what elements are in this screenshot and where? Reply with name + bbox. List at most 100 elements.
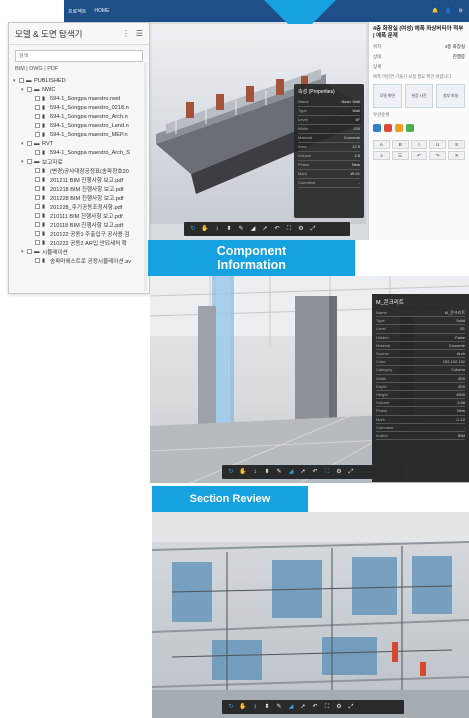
- markup-icon[interactable]: ✎: [275, 468, 283, 476]
- tree-folder[interactable]: ▾ ▬ 시뮬레이션: [13, 247, 149, 256]
- tree-folder[interactable]: ▾ ▬ 보고자료: [13, 157, 149, 166]
- tree-file[interactable]: ▮ (변경)공사대장공정표(송파창호20: [13, 166, 149, 175]
- markup-icon[interactable]: ✎: [275, 703, 283, 711]
- tree-file[interactable]: ▮ 210122 공동1 주출입구 공사용 검: [13, 229, 149, 238]
- scrollbar[interactable]: [144, 63, 147, 291]
- pan-icon[interactable]: ✋: [239, 703, 247, 711]
- swatch-orange[interactable]: [395, 124, 403, 133]
- visibility-checkbox[interactable]: [35, 222, 40, 227]
- expand-icon[interactable]: ⤢: [309, 225, 317, 233]
- search-field[interactable]: [15, 50, 143, 62]
- orbit-icon[interactable]: ↻: [189, 225, 197, 233]
- visibility-checkbox[interactable]: [35, 132, 40, 137]
- tree-file[interactable]: ▮ 송파마에스트로 공정시뮬레이션.av: [13, 256, 149, 265]
- visibility-checkbox[interactable]: [35, 186, 40, 191]
- visibility-checkbox[interactable]: [35, 213, 40, 218]
- tree-folder[interactable]: ▾ ▬ PUBLISHED: [13, 76, 149, 85]
- visibility-checkbox[interactable]: [35, 123, 40, 128]
- fullscreen-icon[interactable]: ⛶: [323, 703, 331, 711]
- user-icon[interactable]: 👤: [445, 8, 451, 14]
- tree-file[interactable]: ▮ 201218 BIM 진행사항 보고.pdf: [13, 184, 149, 193]
- ctrl-3[interactable]: ↶: [410, 151, 428, 161]
- zoom-icon[interactable]: ↕: [213, 225, 221, 233]
- swatch-red[interactable]: [384, 124, 392, 133]
- ctrl-i[interactable]: I: [410, 140, 428, 150]
- visibility-checkbox[interactable]: [19, 78, 24, 83]
- settings-icon[interactable]: ⚙: [459, 8, 463, 14]
- zoom-icon[interactable]: ↕: [251, 468, 259, 476]
- expand-icon[interactable]: ⤢: [347, 703, 355, 711]
- search-input[interactable]: [19, 53, 139, 59]
- arrow-icon[interactable]: ➚: [299, 703, 307, 711]
- visibility-checkbox[interactable]: [35, 177, 40, 182]
- visibility-checkbox[interactable]: [35, 96, 40, 101]
- thumb-file[interactable]: 첨부 파일: [436, 84, 466, 109]
- format-filters[interactable]: BIM | DWG | PDF: [15, 66, 143, 72]
- ctrl-a[interactable]: A: [373, 140, 390, 150]
- visibility-checkbox[interactable]: [35, 204, 40, 209]
- expand-icon[interactable]: ⤢: [347, 468, 355, 476]
- tree-folder[interactable]: ▾ ▬ NWC: [13, 85, 149, 94]
- tree-file[interactable]: ▮ 594-1_Songpa maestro_0218.n: [13, 103, 149, 112]
- visibility-checkbox[interactable]: [35, 168, 40, 173]
- menu-label[interactable]: 프로젝트: [68, 8, 86, 15]
- pan-icon[interactable]: ✋: [201, 225, 209, 233]
- arrow-icon[interactable]: ➚: [299, 468, 307, 476]
- visibility-checkbox[interactable]: [27, 159, 32, 164]
- measure-icon[interactable]: ◢: [249, 225, 257, 233]
- orbit-icon[interactable]: ↻: [227, 703, 235, 711]
- settings-icon[interactable]: ⚙: [297, 225, 305, 233]
- ctrl-4[interactable]: ↷: [429, 151, 447, 161]
- tree-file[interactable]: ▮ 210118 BIM 진행사항 보고.pdf: [13, 220, 149, 229]
- fullscreen-icon[interactable]: ⛶: [323, 468, 331, 476]
- tree-file[interactable]: ▮ 201228_주기공동조정사항.pdf: [13, 202, 149, 211]
- visibility-checkbox[interactable]: [35, 231, 40, 236]
- tree-file[interactable]: ▮ 594-1_Songpa maestro.nwd: [13, 94, 149, 103]
- visibility-checkbox[interactable]: [35, 150, 40, 155]
- undo-icon[interactable]: ↶: [273, 225, 281, 233]
- visibility-checkbox[interactable]: [35, 114, 40, 119]
- pan-icon[interactable]: ✋: [239, 468, 247, 476]
- fullscreen-icon[interactable]: ⛶: [285, 225, 293, 233]
- tree-file[interactable]: ▮ 210111 BIM 진행사항 보고.pdf: [13, 211, 149, 220]
- visibility-checkbox[interactable]: [27, 141, 32, 146]
- home-label[interactable]: HOME: [94, 8, 109, 14]
- tree-folder[interactable]: ▾ ▬ RVT: [13, 139, 149, 148]
- tree-file[interactable]: ▮ 594-1_Songpa maestro_Land.n: [13, 121, 149, 130]
- tree-file[interactable]: ▮ 201228 BIM 진행사항 보고.pdf: [13, 193, 149, 202]
- tree-file[interactable]: ▮ 594-1_Songpa maestro_MEP.n: [13, 130, 149, 139]
- swatch-green[interactable]: [406, 124, 414, 133]
- settings-icon[interactable]: ⚙: [335, 703, 343, 711]
- arrow-icon[interactable]: ➚: [261, 225, 269, 233]
- ctrl-s[interactable]: S: [448, 140, 465, 150]
- settings-icon[interactable]: ⚙: [335, 468, 343, 476]
- zoom-icon[interactable]: ↕: [251, 703, 259, 711]
- visibility-checkbox[interactable]: [27, 249, 32, 254]
- swatch-blue[interactable]: [373, 124, 381, 133]
- undo-icon[interactable]: ↶: [311, 468, 319, 476]
- tree-file[interactable]: ▮ 594-1_Songpa maestro_Arch.n: [13, 112, 149, 121]
- visibility-checkbox[interactable]: [35, 258, 40, 263]
- ctrl-5[interactable]: ✕: [448, 151, 465, 161]
- orbit-icon[interactable]: ↻: [227, 468, 235, 476]
- undo-icon[interactable]: ↶: [311, 703, 319, 711]
- bottom-viewer[interactable]: [152, 512, 469, 718]
- thumb-photo[interactable]: 현장 사진: [404, 84, 434, 109]
- thumb-model[interactable]: 모델 화면: [373, 84, 402, 109]
- close-icon[interactable]: ☰: [136, 29, 143, 38]
- tree-file[interactable]: ▮ 201211 BIM 진행사항 보고.pdf: [13, 175, 149, 184]
- ctrl-1[interactable]: ≡: [373, 151, 390, 161]
- section-icon[interactable]: ⬍: [225, 225, 233, 233]
- visibility-checkbox[interactable]: [35, 240, 40, 245]
- visibility-checkbox[interactable]: [27, 87, 32, 92]
- ctrl-b[interactable]: B: [391, 140, 409, 150]
- bell-icon[interactable]: 🔔: [432, 8, 438, 14]
- section-icon[interactable]: ⬍: [263, 703, 271, 711]
- visibility-checkbox[interactable]: [35, 105, 40, 110]
- tree-file[interactable]: ▮ 210222 공동2 AR입 안되세처 확: [13, 238, 149, 247]
- ctrl-2[interactable]: ☰: [391, 151, 409, 161]
- section-icon[interactable]: ⬍: [263, 468, 271, 476]
- measure-icon[interactable]: ◢: [287, 703, 295, 711]
- markup-icon[interactable]: ✎: [237, 225, 245, 233]
- panel-menu-icon[interactable]: ⋮: [122, 29, 130, 38]
